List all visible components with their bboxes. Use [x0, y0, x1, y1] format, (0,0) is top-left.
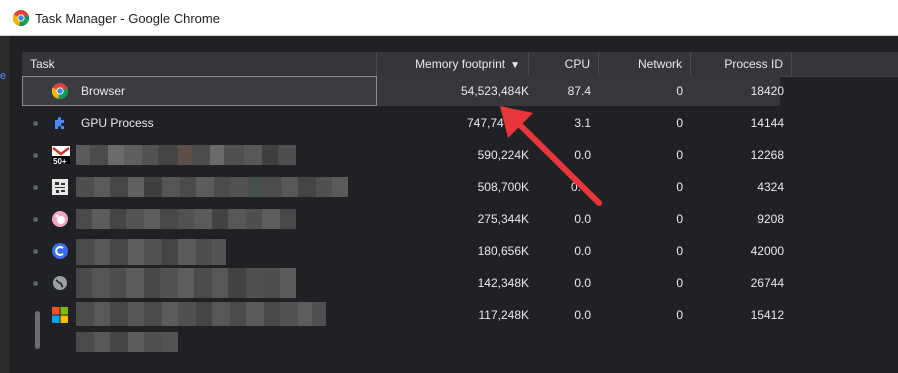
annotation-arrow: [500, 106, 602, 206]
annotation-arrow-shaft: [517, 122, 602, 206]
